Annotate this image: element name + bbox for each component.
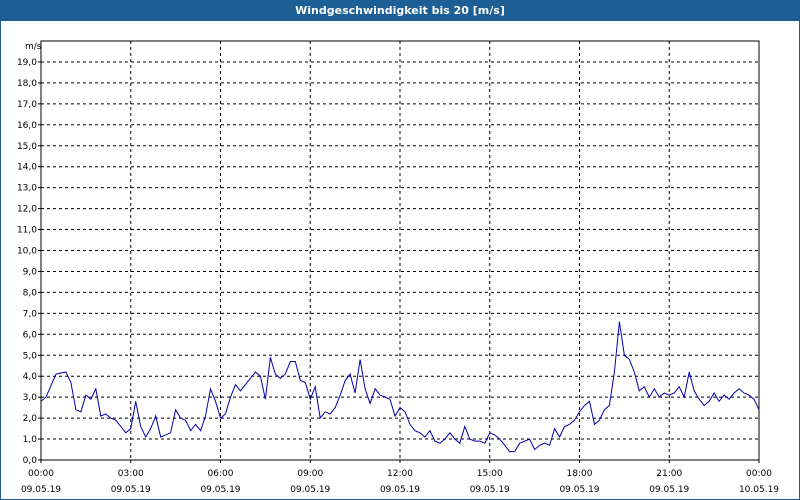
x-tick-time-label: 03:00 bbox=[118, 469, 144, 479]
x-tick-time-label: 06:00 bbox=[208, 469, 234, 479]
x-tick-date-label: 09.05.19 bbox=[111, 485, 151, 495]
y-tick-label: 1,0 bbox=[23, 435, 38, 445]
y-axis-unit-label: m/s bbox=[25, 42, 42, 52]
y-tick-label: 9,0 bbox=[23, 267, 38, 277]
y-tick-labels: 0,0 1,0 2,0 3,0 4,0 5,0 6,0 7,0 8,0 9,0 10,0 11,0 12… bbox=[17, 58, 41, 466]
y-tick-label: 5,0 bbox=[23, 351, 38, 361]
y-tick-label: 16,0 bbox=[17, 121, 37, 131]
x-tick-date-label: 09.05.19 bbox=[21, 485, 61, 495]
y-tick-label: 0,0 bbox=[23, 456, 38, 466]
y-tick-label: 15,0 bbox=[17, 142, 37, 152]
y-tick-label: 18,0 bbox=[17, 79, 37, 89]
x-tick-time-label: 12:00 bbox=[387, 469, 413, 479]
y-tick-label: 13,0 bbox=[17, 184, 37, 194]
window-title: Windgeschwindigkeit bis 20 [m/s] bbox=[1, 1, 799, 21]
y-tick-label: 4,0 bbox=[23, 372, 38, 382]
wind-speed-chart: m/s 0,0 1,0 2,0 3,0 4,0 5,0 6,0 7,0 8,0 9,0 10,0 11… bbox=[17, 40, 779, 495]
x-tick-date-label: 10.05.19 bbox=[739, 485, 779, 495]
x-tick-date-label: 09.05.19 bbox=[559, 485, 599, 495]
x-tick-time-label: 15:00 bbox=[477, 469, 503, 479]
x-tick-date-label: 09.05.19 bbox=[290, 485, 330, 495]
chart-window: Windgeschwindigkeit bis 20 [m/s] m/s 0,0… bbox=[0, 0, 800, 500]
y-tick-label: 12,0 bbox=[17, 205, 37, 215]
y-tick-label: 3,0 bbox=[23, 393, 38, 403]
y-tick-label: 2,0 bbox=[23, 414, 38, 424]
x-tick-date-label: 09.05.19 bbox=[380, 485, 420, 495]
x-tick-time-label: 09:00 bbox=[297, 469, 323, 479]
y-tick-label: 6,0 bbox=[23, 330, 38, 340]
x-tick-date-label: 09.05.19 bbox=[470, 485, 510, 495]
x-tick-time-label: 21:00 bbox=[656, 469, 682, 479]
y-tick-label: 11,0 bbox=[17, 226, 37, 236]
y-tick-label: 14,0 bbox=[17, 163, 37, 173]
x-tick-labels: 00:00 09.05.19 03:00 09.05.19 06:00 09.05.19 0… bbox=[21, 460, 779, 495]
y-tick-label: 17,0 bbox=[17, 100, 37, 110]
x-tick-time-label: 18:00 bbox=[567, 469, 593, 479]
y-tick-label: 19,0 bbox=[17, 58, 37, 68]
x-tick-date-label: 09.05.19 bbox=[200, 485, 240, 495]
y-tick-label: 7,0 bbox=[23, 309, 38, 319]
grid-lines bbox=[41, 41, 759, 460]
y-tick-label: 8,0 bbox=[23, 288, 38, 298]
x-tick-time-label: 00:00 bbox=[746, 469, 772, 479]
x-tick-time-label: 00:00 bbox=[28, 469, 54, 479]
y-tick-label: 10,0 bbox=[17, 247, 37, 257]
x-tick-date-label: 09.05.19 bbox=[649, 485, 689, 495]
